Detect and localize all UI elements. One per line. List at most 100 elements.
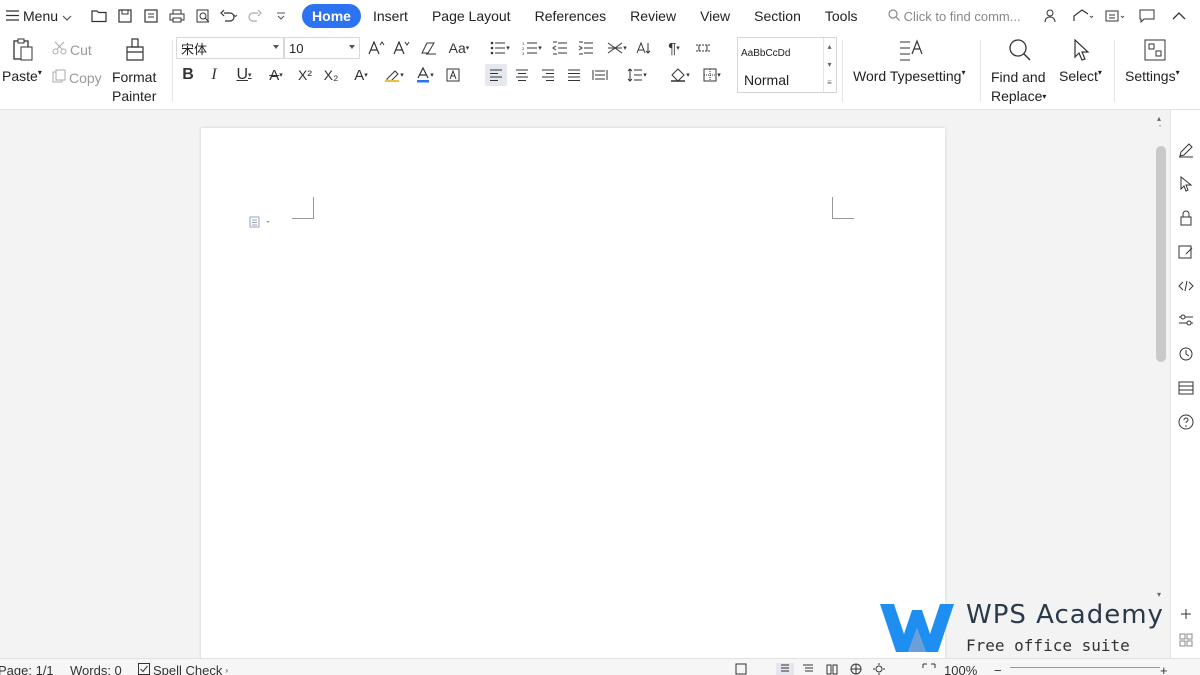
cut-button[interactable]: Cut	[52, 41, 92, 58]
open-folder-icon[interactable]	[88, 5, 110, 27]
line-spacing-icon[interactable]: ▾	[623, 64, 651, 86]
web-view-icon[interactable]	[850, 663, 862, 675]
font-size-select[interactable]: 10	[284, 37, 360, 59]
magnifier-icon[interactable]	[1008, 38, 1032, 67]
chinese-layout-icon[interactable]: ▾	[603, 37, 631, 59]
scroll-up-icon[interactable]: ▴	[1157, 114, 1161, 123]
style-normal[interactable]: AaBbCcDd Normal	[738, 38, 824, 92]
eye-protection-icon[interactable]	[872, 663, 892, 675]
select-arrow-icon[interactable]	[1176, 174, 1196, 194]
font-color-icon[interactable]: ▾	[411, 64, 439, 86]
export-pdf-icon[interactable]	[140, 5, 162, 27]
print-preview-icon[interactable]	[192, 5, 214, 27]
code-icon[interactable]	[1176, 276, 1196, 296]
redo-icon[interactable]	[244, 5, 266, 27]
outline-view-icon[interactable]	[802, 663, 814, 675]
tab-review[interactable]: Review	[618, 4, 688, 28]
spell-check-toggle[interactable]: Spell Check ›	[138, 663, 228, 675]
styles-gallery[interactable]: AaBbCcDd Normal ▴ ▾ ≡	[737, 37, 837, 93]
tab-insert[interactable]: Insert	[361, 4, 420, 28]
page-view-icon[interactable]	[776, 663, 794, 675]
sort-icon[interactable]	[633, 37, 655, 59]
tab-stops-icon[interactable]	[692, 37, 714, 59]
word-typesetting-button[interactable]: Word Typesetting▾	[853, 68, 965, 84]
adjust-sliders-icon[interactable]	[1176, 310, 1196, 330]
zoom-out-icon[interactable]: −	[994, 663, 1002, 675]
tab-home[interactable]: Home	[302, 4, 361, 28]
font-name-select[interactable]: 宋体	[176, 37, 284, 59]
paragraph-mark-icon[interactable]: ¶ ▾	[660, 37, 688, 59]
shading-icon[interactable]: ▾	[666, 64, 694, 86]
settings-icon[interactable]	[1143, 38, 1167, 67]
paste-button[interactable]: Paste▾	[2, 68, 42, 84]
tab-section[interactable]: Section	[742, 4, 813, 28]
select-button[interactable]: Select▾	[1059, 68, 1102, 84]
customize-toolbar-icon[interactable]	[270, 5, 292, 27]
print-icon[interactable]	[166, 5, 188, 27]
tab-page-layout[interactable]: Page Layout	[420, 4, 523, 28]
paste-icon[interactable]	[11, 38, 35, 67]
help-icon[interactable]	[1176, 412, 1196, 432]
tab-references[interactable]: References	[523, 4, 619, 28]
outline-icon[interactable]	[1176, 378, 1196, 398]
zoom-level[interactable]: 100%	[944, 663, 977, 675]
grid-view-icon[interactable]	[1176, 630, 1196, 650]
clear-formatting-icon[interactable]	[418, 37, 440, 59]
scroll-top-icon[interactable]: ⌃	[1157, 124, 1163, 132]
superscript-icon[interactable]: X²	[294, 64, 316, 86]
decrease-indent-icon[interactable]	[549, 37, 571, 59]
numbering-icon[interactable]: 1 2 3 ▾	[518, 37, 546, 59]
collaborate-icon[interactable]	[1040, 5, 1062, 27]
tab-view[interactable]: View	[688, 4, 742, 28]
reading-view-icon[interactable]	[826, 663, 838, 675]
share-icon[interactable]	[1072, 5, 1094, 27]
vertical-scrollbar[interactable]: ▴ ⌃ ▾	[1154, 110, 1168, 610]
tab-tools[interactable]: Tools	[813, 4, 870, 28]
main-menu-button[interactable]: Menu	[0, 2, 78, 30]
character-border-icon[interactable]	[442, 64, 464, 86]
underline-icon[interactable]: U ▾	[230, 64, 258, 86]
justify-icon[interactable]	[563, 64, 585, 86]
subscript-icon[interactable]: X₂	[320, 64, 342, 86]
format-painter-button[interactable]: Format Painter	[112, 68, 156, 106]
align-center-icon[interactable]	[511, 64, 533, 86]
edit-pen-icon[interactable]	[1176, 140, 1196, 160]
shrink-font-icon[interactable]	[391, 37, 413, 59]
style-scroll-up-icon[interactable]: ▴	[823, 38, 836, 56]
find-replace-button[interactable]: Find and Replace▾	[991, 68, 1046, 106]
fit-page-icon[interactable]	[922, 663, 936, 675]
align-left-icon[interactable]	[485, 64, 507, 86]
strikethrough-icon[interactable]: A ▾	[262, 64, 290, 86]
copy-button[interactable]: Copy	[52, 69, 102, 86]
command-search[interactable]: Click to find comm...	[887, 9, 1021, 24]
save-icon[interactable]	[114, 5, 136, 27]
zoom-in-icon[interactable]: +	[1160, 663, 1168, 675]
cursor-arrow-icon[interactable]	[1072, 38, 1092, 66]
settings-button[interactable]: Settings▾	[1125, 68, 1180, 84]
document-page[interactable]	[201, 128, 945, 668]
history-icon[interactable]	[1176, 344, 1196, 364]
change-case-icon[interactable]: Aa ▾	[445, 37, 473, 59]
scrollbar-thumb[interactable]	[1156, 146, 1166, 362]
align-right-icon[interactable]	[537, 64, 559, 86]
distributed-icon[interactable]	[589, 64, 611, 86]
style-scroll-down-icon[interactable]: ▾	[823, 56, 836, 74]
lock-icon[interactable]	[1176, 208, 1196, 228]
page-count[interactable]: Page: 1/1	[0, 663, 54, 675]
note-edit-icon[interactable]	[1176, 242, 1196, 262]
add-icon[interactable]	[1176, 604, 1196, 624]
zoom-slider[interactable]	[1010, 667, 1160, 668]
italic-icon[interactable]: I	[203, 64, 225, 86]
more-options-icon[interactable]	[1104, 5, 1126, 27]
borders-icon[interactable]: ▾	[698, 64, 726, 86]
text-effect-icon[interactable]: A ▾	[347, 64, 375, 86]
grow-font-icon[interactable]	[366, 37, 388, 59]
format-painter-icon[interactable]	[124, 38, 146, 67]
bullets-icon[interactable]: ▾	[486, 37, 514, 59]
undo-icon[interactable]	[218, 5, 240, 27]
comment-icon[interactable]	[1136, 5, 1158, 27]
style-more-icon[interactable]: ≡	[823, 74, 836, 92]
word-count[interactable]: Words: 0	[70, 663, 122, 675]
document-canvas[interactable]	[0, 110, 1154, 668]
collapse-ribbon-icon[interactable]	[1168, 5, 1190, 27]
